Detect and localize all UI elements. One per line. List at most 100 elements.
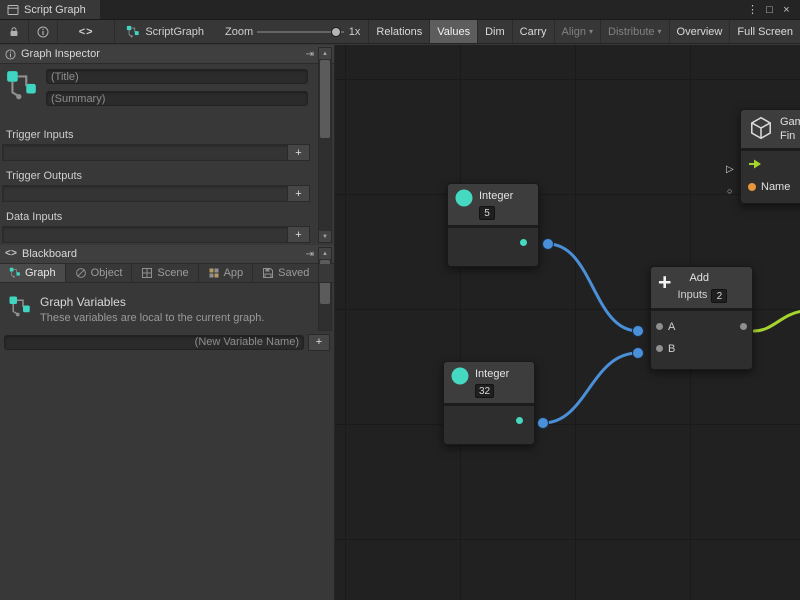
node-body: [448, 228, 538, 266]
values-toggle[interactable]: Values: [429, 20, 477, 43]
inspector-scrollbar-thumb[interactable]: [320, 60, 330, 138]
integer-value-field[interactable]: 32: [475, 384, 494, 398]
new-variable-input[interactable]: [4, 335, 304, 350]
code-icon: <>: [79, 26, 94, 38]
graph-inspector-header: Graph Inspector ⇥: [0, 45, 334, 64]
relations-toggle[interactable]: Relations: [368, 20, 429, 43]
tab-graph-label: Graph: [25, 267, 56, 279]
node-integer-5[interactable]: Integer 5: [447, 183, 539, 267]
add-icon: +: [658, 272, 671, 292]
zoom-slider[interactable]: [257, 20, 344, 44]
connection-endpoint[interactable]: [543, 239, 554, 250]
add-data-input-button[interactable]: +: [287, 227, 309, 242]
node-integer-32[interactable]: Integer 32: [443, 361, 535, 445]
connection-endpoint[interactable]: [633, 326, 644, 337]
node-add[interactable]: + Add Inputs 2 A: [650, 266, 753, 370]
graph-inspector-title: Graph Inspector: [21, 48, 100, 60]
add-trigger-output-button[interactable]: +: [287, 186, 309, 201]
connection-endpoint[interactable]: [633, 348, 644, 359]
add-trigger-input-button[interactable]: +: [287, 145, 309, 160]
graph-canvas[interactable]: Integer 5 Integer: [335, 45, 800, 600]
script-graph-icon: [126, 25, 140, 39]
inspector-scrollbar-track[interactable]: [319, 59, 331, 231]
tab-saved-label: Saved: [278, 267, 309, 279]
zoom-slider-handle[interactable]: [331, 27, 341, 37]
game-object-cube-icon: [748, 115, 774, 141]
code-view-button[interactable]: <>: [58, 20, 115, 43]
tab-script-graph[interactable]: Script Graph: [0, 0, 100, 19]
node-body: A B: [651, 311, 752, 369]
inspector-scrollbar[interactable]: ▲ ▼: [318, 47, 332, 243]
distribute-dropdown[interactable]: Distribute ▾: [600, 20, 668, 43]
port-row-b: B: [651, 341, 752, 357]
graph-summary-input[interactable]: [46, 91, 308, 106]
graph-variables-description: These variables are local to the current…: [40, 312, 264, 324]
port-b-label: B: [668, 343, 675, 355]
sidebar: Graph Inspector ⇥ Trigger Inputs + Trigg…: [0, 45, 335, 600]
wire-integer5-to-add-a[interactable]: [548, 244, 638, 331]
input-port-b[interactable]: [656, 345, 663, 352]
add-variable-button[interactable]: +: [308, 334, 330, 351]
node-title-line2: Fin: [780, 129, 800, 143]
dock-panel-icon[interactable]: ⇥: [306, 249, 314, 260]
output-port[interactable]: [520, 239, 527, 246]
scroll-up-icon[interactable]: ▲: [319, 48, 331, 59]
connection-endpoint[interactable]: [538, 418, 549, 429]
name-port-dot[interactable]: [748, 183, 756, 191]
output-port-sum[interactable]: [740, 323, 747, 330]
scroll-up-icon[interactable]: ▲: [319, 248, 331, 259]
lock-button[interactable]: [0, 20, 29, 43]
tab-graph[interactable]: Graph: [0, 264, 66, 282]
output-port[interactable]: [516, 417, 523, 424]
node-partial[interactable]: Gam Fin Name: [740, 109, 800, 204]
inspect-button[interactable]: [29, 20, 58, 43]
node-body: [444, 406, 534, 444]
tab-object-label: Object: [91, 267, 123, 279]
integer-icon: [455, 189, 473, 207]
app-icon: [208, 267, 220, 279]
maximize-button[interactable]: □: [761, 4, 778, 16]
flow-arrow-icon: [748, 159, 763, 169]
flow-output-row: [748, 159, 763, 169]
flow-input-port[interactable]: ▷: [726, 165, 734, 175]
wire-integer32-to-add-b[interactable]: [543, 353, 638, 423]
graph-variables-icon: [8, 295, 32, 319]
integer-icon: [451, 367, 469, 385]
port-row-a: A: [651, 319, 752, 335]
wire-add-output[interactable]: [754, 311, 800, 331]
dock-panel-icon[interactable]: ⇥: [306, 49, 314, 60]
graph-breadcrumb[interactable]: ScriptGraph: [115, 20, 215, 43]
overview-button[interactable]: Overview: [669, 20, 730, 43]
node-header[interactable]: Integer 5: [448, 184, 538, 228]
close-button[interactable]: ×: [778, 4, 795, 16]
scroll-down-icon[interactable]: ▼: [319, 231, 331, 242]
carry-toggle[interactable]: Carry: [512, 20, 554, 43]
name-port-label: Name: [761, 181, 790, 193]
graph-variables-section: Graph Variables These variables are loca…: [0, 283, 334, 324]
node-header[interactable]: Gam Fin: [741, 110, 800, 151]
tab-saved[interactable]: Saved: [253, 264, 319, 282]
tab-app[interactable]: App: [199, 264, 254, 282]
dim-toggle[interactable]: Dim: [477, 20, 512, 43]
value-input-port[interactable]: ○: [727, 187, 732, 196]
input-port-a[interactable]: [656, 323, 663, 330]
tab-object[interactable]: Object: [66, 264, 133, 282]
trigger-outputs-label: Trigger Outputs: [6, 170, 334, 182]
full-screen-button[interactable]: Full Screen: [729, 20, 800, 43]
graph-name: ScriptGraph: [145, 26, 204, 38]
align-dropdown[interactable]: Align ▾: [554, 20, 600, 43]
name-port-row: Name: [748, 181, 790, 193]
integer-value-field[interactable]: 5: [479, 206, 495, 220]
graph-title-input[interactable]: [46, 69, 308, 84]
tab-scene[interactable]: Scene: [132, 264, 198, 282]
inputs-count-field[interactable]: 2: [711, 289, 727, 303]
window-controls: ⋮ □ ×: [744, 0, 800, 19]
graph-icon: [9, 267, 21, 279]
blackboard-title: Blackboard: [22, 248, 77, 260]
trigger-inputs-label: Trigger Inputs: [6, 129, 334, 141]
node-title: Add: [689, 272, 745, 284]
chevron-down-icon: ▾: [589, 27, 593, 36]
window-menu-button[interactable]: ⋮: [744, 3, 761, 16]
node-header[interactable]: Integer 32: [444, 362, 534, 406]
node-header[interactable]: + Add Inputs 2: [651, 267, 752, 311]
